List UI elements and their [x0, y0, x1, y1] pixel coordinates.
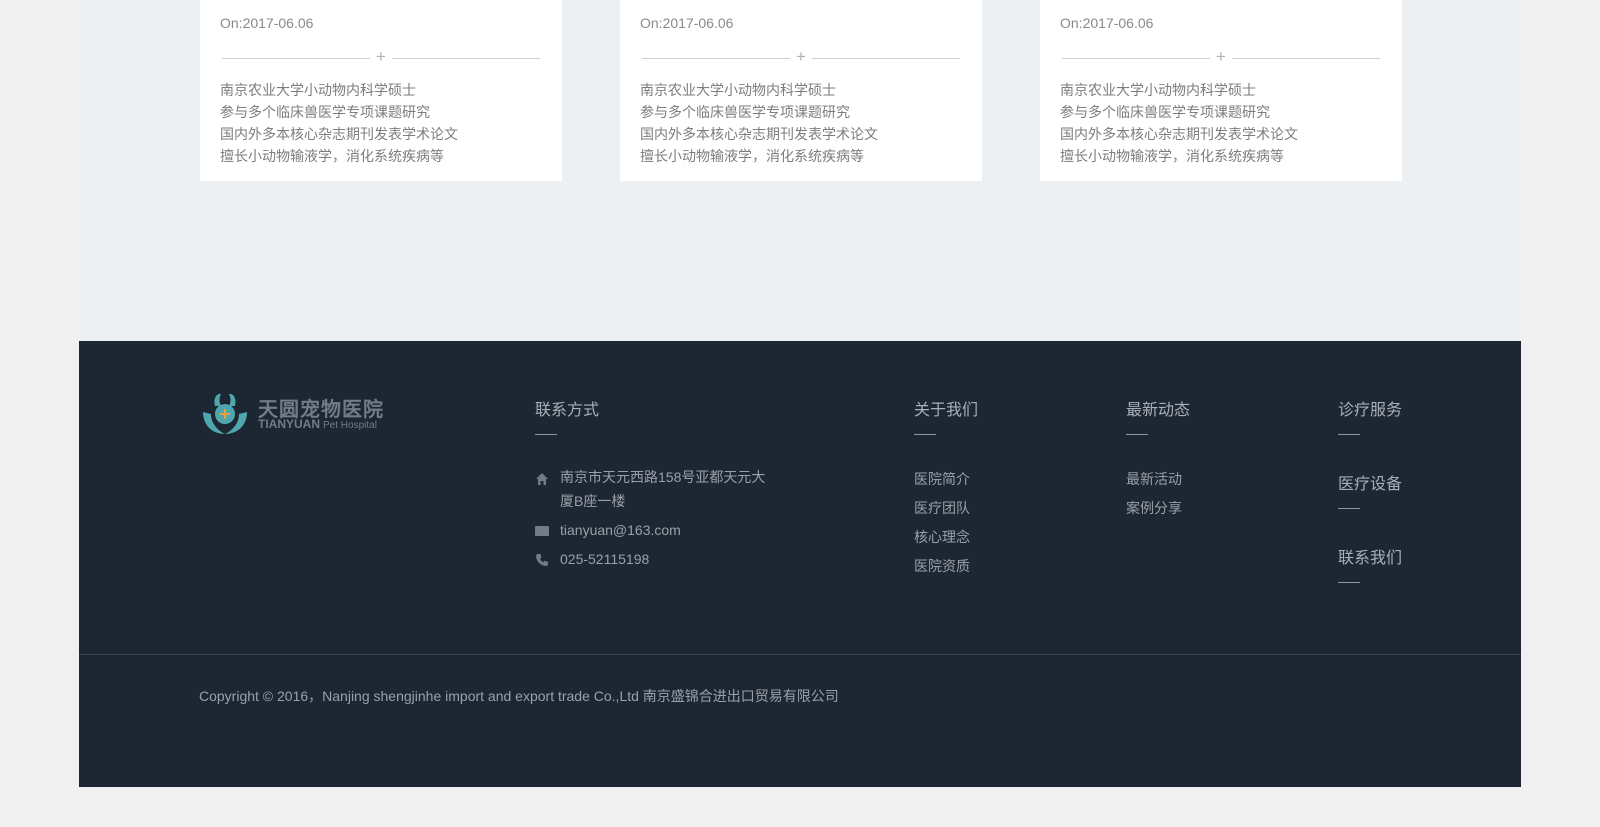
copyright-text: Copyright © 2016，Nanjing shengjinhe impo… [199, 688, 839, 704]
card-line: 参与多个临床兽医学专项课题研究 [220, 104, 430, 120]
contact-title: 联系方式 [535, 402, 600, 419]
contact-us-title-underline [1338, 582, 1360, 583]
logo-hands-icon [203, 393, 247, 434]
about-link-philosophy[interactable]: 核心理念 [914, 527, 970, 547]
equipment-title[interactable]: 医疗设备 [1338, 470, 1402, 494]
card-line: 擅长小动物输液学，消化系统疾病等 [220, 148, 444, 164]
equipment-title-underline [1338, 508, 1360, 509]
about-title: 关于我们 [914, 402, 979, 419]
news-link-cases[interactable]: 案例分享 [1126, 498, 1182, 518]
footer-divider [79, 654, 1521, 655]
phone-icon [536, 554, 548, 566]
home-icon [536, 473, 548, 485]
card-description: 南京农业大学小动物内科学硕士 参与多个临床兽医学专项课题研究 国内外多本核心杂志… [1060, 79, 1298, 167]
logo-name-en-bold: TIANYUAN [258, 417, 320, 431]
contact-address-line1: 南京市天元西路158号亚都天元大 [560, 469, 766, 485]
news-title-underline [1126, 434, 1148, 435]
contact-phone[interactable]: 025-52115198 [560, 547, 649, 571]
card-line: 国内外多本核心杂志期刊发表学术论文 [640, 126, 878, 142]
plus-icon: + [1216, 47, 1226, 66]
card-line: 南京农业大学小动物内科学硕士 [1060, 82, 1256, 98]
page: On:2017-06.06 + 南京农业大学小动物内科学硕士 参与多个临床兽医学… [79, 0, 1521, 787]
contact-us-title[interactable]: 联系我们 [1338, 544, 1402, 568]
plus-icon: + [796, 47, 806, 66]
about-title-underline [914, 434, 936, 435]
card-divider: + [1062, 47, 1380, 66]
card-line: 国内外多本核心杂志期刊发表学术论文 [220, 126, 458, 142]
services-title-underline [1338, 434, 1360, 435]
doctor-cards-section: On:2017-06.06 + 南京农业大学小动物内科学硕士 参与多个临床兽医学… [79, 0, 1521, 341]
contact-email[interactable]: tianyuan@163.com [560, 518, 681, 542]
news-link-activities[interactable]: 最新活动 [1126, 469, 1182, 489]
site-footer: 天圆宠物医院 TIANYUAN Pet Hospital 联系方式 南京市天元西路… [79, 341, 1521, 787]
doctor-card[interactable]: On:2017-06.06 + 南京农业大学小动物内科学硕士 参与多个临床兽医学… [200, 0, 562, 181]
card-description: 南京农业大学小动物内科学硕士 参与多个临床兽医学专项课题研究 国内外多本核心杂志… [640, 79, 878, 167]
card-line: 擅长小动物输液学，消化系统疾病等 [640, 148, 864, 164]
doctor-card[interactable]: On:2017-06.06 + 南京农业大学小动物内科学硕士 参与多个临床兽医学… [620, 0, 982, 181]
about-link-intro[interactable]: 医院简介 [914, 469, 970, 489]
logo-name-en-light: Pet Hospital [323, 420, 377, 431]
doctor-card[interactable]: On:2017-06.06 + 南京农业大学小动物内科学硕士 参与多个临床兽医学… [1040, 0, 1402, 181]
card-line: 国内外多本核心杂志期刊发表学术论文 [1060, 126, 1298, 142]
card-description: 南京农业大学小动物内科学硕士 参与多个临床兽医学专项课题研究 国内外多本核心杂志… [220, 79, 458, 167]
card-date: On:2017-06.06 [220, 15, 314, 31]
contact-address-line2: 厦B座一楼 [560, 493, 626, 509]
about-link-team[interactable]: 医疗团队 [914, 498, 970, 518]
envelope-icon [535, 526, 549, 536]
hospital-logo[interactable]: 天圆宠物医院 TIANYUAN Pet Hospital [199, 390, 399, 436]
card-line: 擅长小动物输液学，消化系统疾病等 [1060, 148, 1284, 164]
logo-name-en: TIANYUAN Pet Hospital [258, 417, 377, 431]
card-divider: + [642, 47, 960, 66]
card-line: 南京农业大学小动物内科学硕士 [640, 82, 836, 98]
card-divider: + [222, 47, 540, 66]
services-title[interactable]: 诊疗服务 [1338, 396, 1402, 420]
card-date: On:2017-06.06 [640, 15, 734, 31]
plus-icon: + [376, 47, 386, 66]
contact-title-underline [535, 434, 557, 435]
card-line: 参与多个临床兽医学专项课题研究 [1060, 104, 1270, 120]
card-line: 南京农业大学小动物内科学硕士 [220, 82, 416, 98]
card-line: 参与多个临床兽医学专项课题研究 [640, 104, 850, 120]
card-date: On:2017-06.06 [1060, 15, 1154, 31]
news-title: 最新动态 [1126, 402, 1191, 419]
about-link-qualification[interactable]: 医院资质 [914, 556, 970, 576]
